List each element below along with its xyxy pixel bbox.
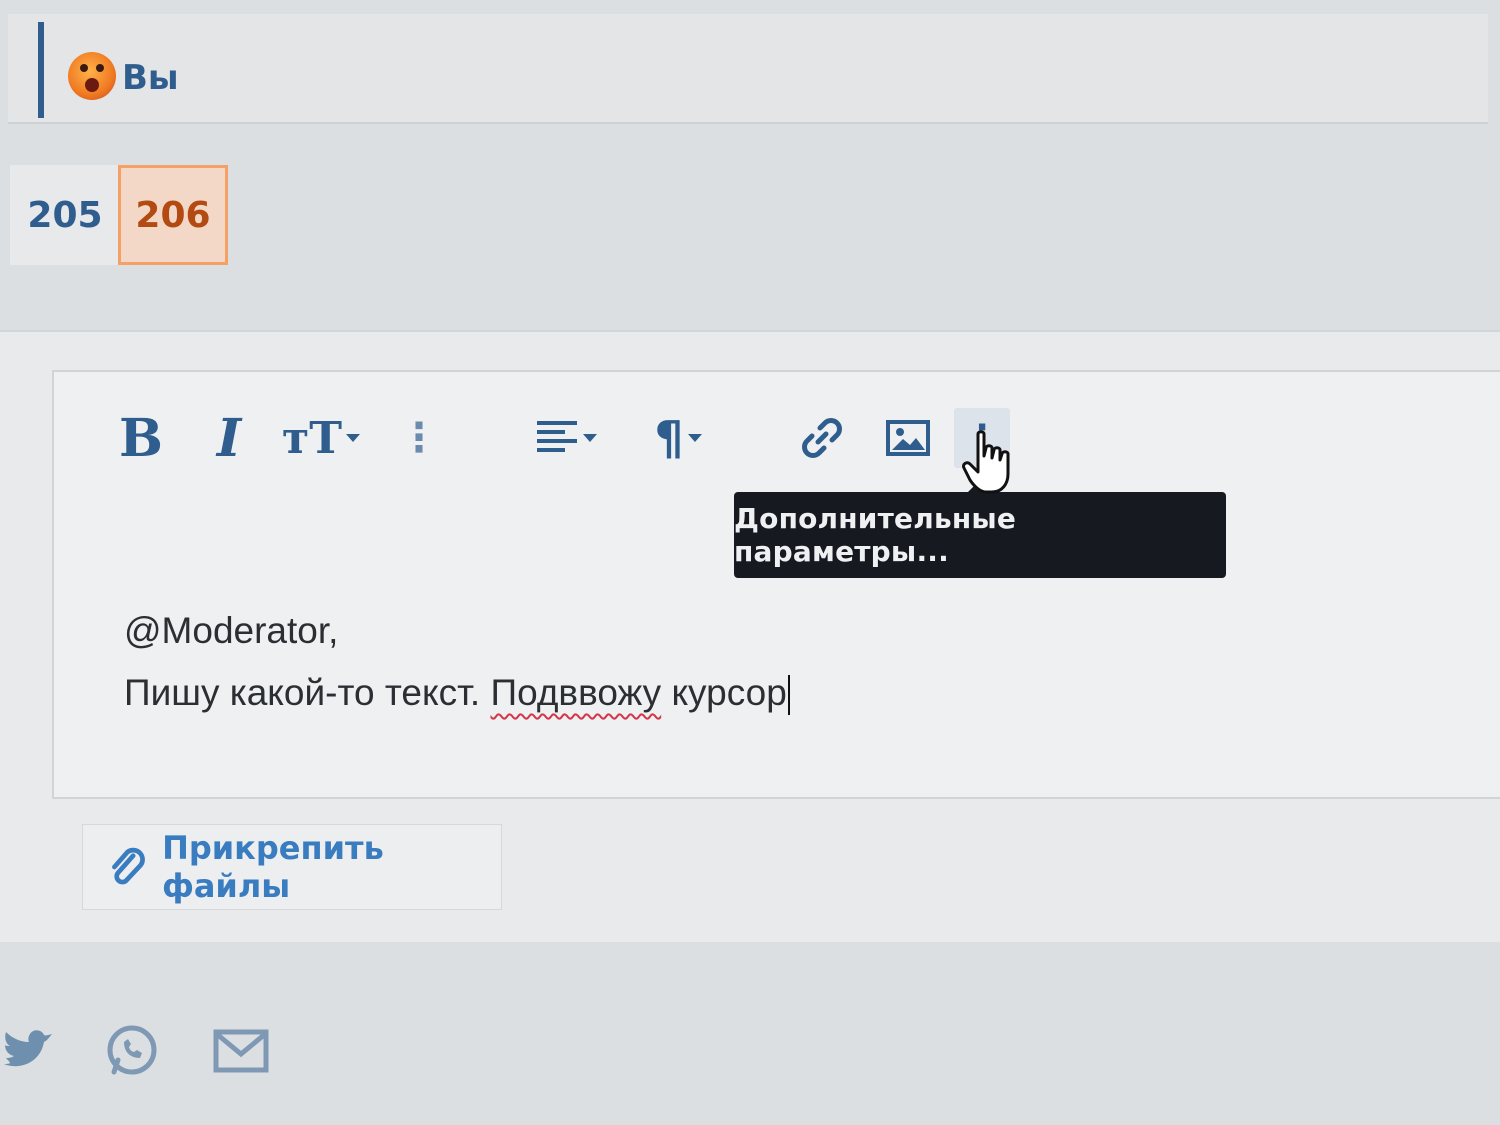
misspelled-word[interactable]: Подввожу — [490, 672, 661, 713]
chevron-down-icon — [687, 434, 702, 442]
hand-cursor-icon — [962, 430, 1010, 494]
editor-content[interactable]: @Moderator, Пишу какой-то текст. Подввож… — [124, 600, 1324, 724]
font-size-button[interactable]: тT — [276, 408, 366, 468]
message-line: Пишу какой-то текст. Подввожу курсор — [124, 662, 1324, 724]
editor-toolbar: B I тT ⋮ ¶ — [54, 402, 1500, 482]
whatsapp-icon[interactable] — [102, 1020, 162, 1080]
paragraph-icon: ¶ — [654, 411, 684, 465]
rich-text-editor[interactable]: B I тT ⋮ ¶ Дополнительные параметры... @… — [52, 370, 1500, 799]
paperclip-icon — [112, 847, 145, 885]
attach-files-button[interactable]: Прикрепить файлы — [82, 824, 502, 910]
italic-button[interactable]: I — [204, 408, 254, 469]
tooltip: Дополнительные параметры... — [734, 482, 1226, 578]
reaction-bar: Вы — [8, 14, 1488, 124]
paragraph-button[interactable]: ¶ — [638, 408, 718, 468]
chevron-down-icon — [346, 434, 360, 442]
align-left-icon — [537, 421, 577, 452]
share-row — [0, 1020, 400, 1090]
bold-button[interactable]: B — [116, 408, 166, 469]
text-caret — [787, 675, 790, 716]
image-icon — [886, 420, 930, 456]
link-icon — [802, 418, 842, 458]
attach-files-label: Прикрепить файлы — [162, 829, 384, 905]
page: Вы 205 206 B I тT ⋮ ¶ Дополнительные пар… — [0, 0, 1500, 1125]
page-link-205[interactable]: 205 — [10, 165, 121, 265]
message-text-end: курсор — [661, 672, 787, 713]
page-link-206-current[interactable]: 206 — [118, 165, 228, 265]
align-button[interactable] — [526, 408, 606, 468]
reply-panel: B I тT ⋮ ¶ Дополнительные параметры... @… — [0, 330, 1500, 942]
font-size-label: тT — [281, 412, 342, 464]
insert-image-button[interactable] — [882, 408, 934, 468]
mention-text: @Moderator, — [124, 610, 339, 651]
message-text: Пишу какой-то текст. — [124, 672, 491, 713]
twitter-icon[interactable] — [0, 1020, 60, 1080]
reaction-accent-bar — [38, 22, 44, 118]
chevron-down-icon — [583, 434, 597, 442]
astonished-face-icon — [68, 52, 116, 100]
more-text-options-button[interactable]: ⋮ — [399, 408, 439, 468]
insert-link-button[interactable] — [794, 408, 850, 468]
reaction-user-label[interactable]: Вы — [122, 58, 179, 98]
email-icon[interactable] — [210, 1020, 270, 1080]
